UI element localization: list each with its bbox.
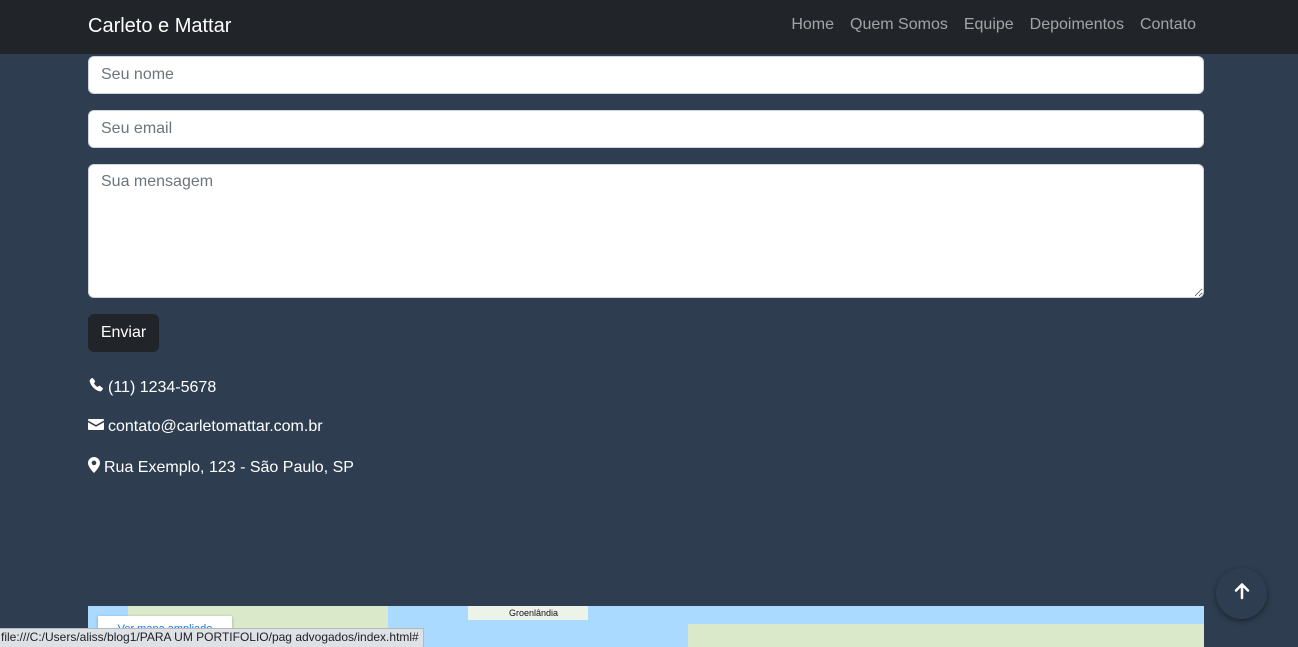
nav-link-depoimentos[interactable]: Depoimentos [1030, 15, 1124, 35]
arrow-up-icon [1234, 582, 1250, 605]
map-landmass [688, 624, 1204, 647]
nav-link-home[interactable]: Home [791, 15, 834, 35]
send-button[interactable]: Enviar [88, 314, 159, 352]
nav-link-equipe[interactable]: Equipe [964, 15, 1014, 35]
email-input[interactable] [88, 110, 1204, 148]
envelope-icon [88, 417, 108, 437]
name-input[interactable] [88, 56, 1204, 94]
map-marker-icon [88, 457, 104, 479]
phone-text: (11) 1234-5678 [108, 379, 217, 396]
contact-address: Rua Exemplo, 123 - São Paulo, SP [88, 457, 354, 479]
address-text: Rua Exemplo, 123 - São Paulo, SP [104, 459, 354, 476]
nav-links: Home Quem Somos Equipe Depoimentos Conta… [791, 15, 1196, 35]
status-bar-url: file:///C:/Users/aliss/blog1/PARA UM POR… [0, 628, 424, 647]
email-text: contato@carletomattar.com.br [108, 418, 323, 435]
nav-link-contato[interactable]: Contato [1140, 15, 1196, 35]
message-textarea[interactable] [88, 164, 1204, 298]
phone-icon [88, 377, 108, 399]
navbar: Carleto e Mattar Home Quem Somos Equipe … [0, 0, 1298, 54]
contact-phone: (11) 1234-5678 [88, 377, 216, 399]
map-place-label: Groenlândia [509, 608, 559, 618]
nav-link-quem-somos[interactable]: Quem Somos [850, 15, 948, 35]
back-to-top-button[interactable] [1216, 568, 1267, 619]
contact-email: contato@carletomattar.com.br [88, 417, 323, 437]
brand-logo[interactable]: Carleto e Mattar [88, 14, 231, 38]
